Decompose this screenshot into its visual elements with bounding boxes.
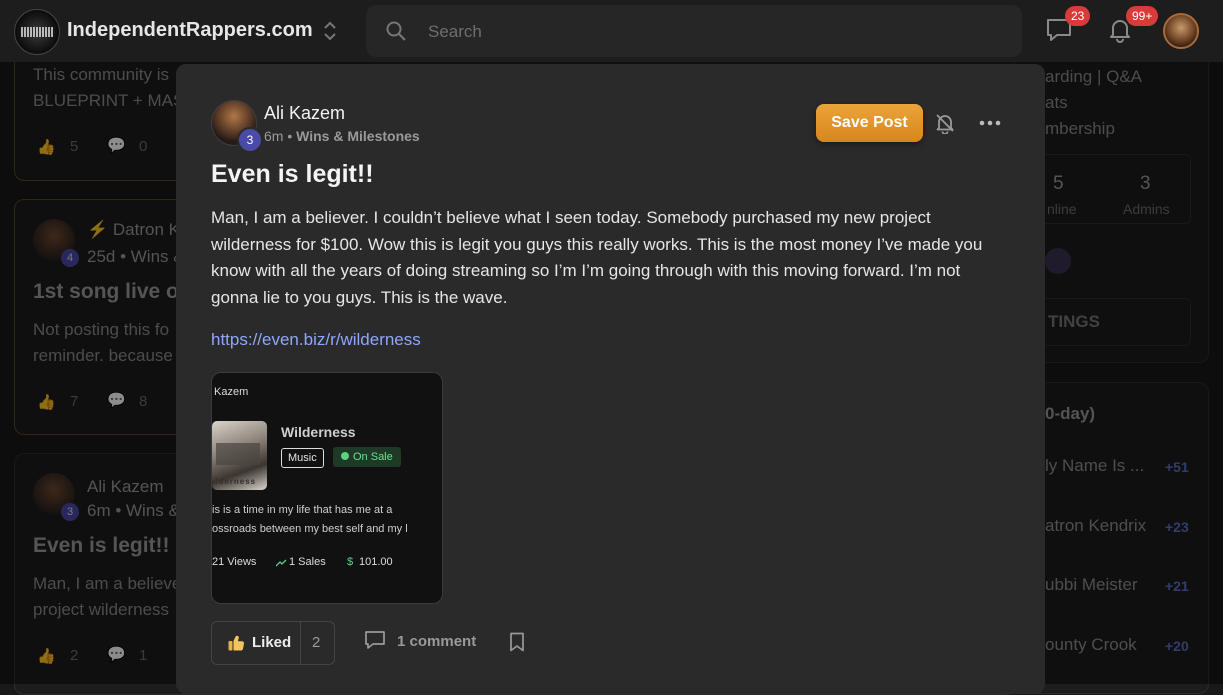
bell-off-icon[interactable] xyxy=(934,112,956,134)
thumbs-up-icon xyxy=(228,635,245,651)
bookmark-icon[interactable] xyxy=(509,632,525,652)
sales-stat: 1 Sales xyxy=(289,556,326,568)
preview-description-line: ossroads between my best self and my l xyxy=(212,523,408,535)
site-name[interactable]: IndependentRappers.com xyxy=(67,19,313,42)
post-time: 6m xyxy=(264,128,284,144)
post-title: Even is legit!! xyxy=(211,160,374,188)
trending-up-icon xyxy=(276,559,287,567)
author-level-badge: 3 xyxy=(237,127,263,153)
like-button[interactable]: Liked xyxy=(212,622,301,664)
search-icon xyxy=(386,21,406,41)
chevron-up-down-icon[interactable] xyxy=(320,20,340,42)
post-meta: 6m • Wins & Milestones xyxy=(264,128,420,144)
post-modal: 3 Ali Kazem 6m • Wins & Milestones Save … xyxy=(176,64,1045,694)
save-post-button[interactable]: Save Post xyxy=(816,104,923,142)
like-count[interactable]: 2 xyxy=(312,634,320,651)
genre-tag: Music xyxy=(281,448,324,468)
check-circle-icon xyxy=(341,452,349,460)
price-stat: 101.00 xyxy=(359,556,393,568)
post-category[interactable]: Wins & Milestones xyxy=(296,128,420,144)
album-cover-text: ilderness xyxy=(212,477,257,486)
more-options-icon[interactable] xyxy=(978,116,1002,130)
user-avatar[interactable] xyxy=(1163,13,1199,49)
post-link[interactable]: https://even.biz/r/wilderness xyxy=(211,330,421,350)
chat-badge: 23 xyxy=(1065,6,1091,26)
search-input[interactable] xyxy=(426,5,990,59)
comment-button[interactable]: 1 comment xyxy=(364,630,476,654)
dollar-icon: $ xyxy=(347,556,354,568)
preview-description: is is a time in my life that has me at a… xyxy=(212,501,442,539)
post-body: Man, I am a believer. I couldn’t believe… xyxy=(211,208,983,307)
preview-title: Wilderness xyxy=(281,424,356,440)
top-bar: IndependentRappers.com 23 99+ xyxy=(0,0,1223,62)
preview-owner: Kazem xyxy=(214,386,249,398)
like-control: Liked 2 xyxy=(211,621,335,665)
like-label: Liked xyxy=(252,634,292,651)
on-sale-label: On Sale xyxy=(353,451,393,463)
views-stat: 21 Views xyxy=(212,556,257,568)
on-sale-badge: On Sale xyxy=(333,447,401,467)
comment-icon xyxy=(365,631,385,649)
author-name[interactable]: Ali Kazem xyxy=(264,103,345,124)
search-bar[interactable] xyxy=(366,5,1022,59)
link-preview-card[interactable]: Kazem ilderness Wilderness Music On Sale… xyxy=(211,372,443,604)
notifications-badge: 99+ xyxy=(1126,6,1159,26)
site-logo[interactable] xyxy=(14,9,60,55)
preview-description-line: is is a time in my life that has me at a xyxy=(212,504,393,516)
comment-count-label: 1 comment xyxy=(397,633,477,650)
